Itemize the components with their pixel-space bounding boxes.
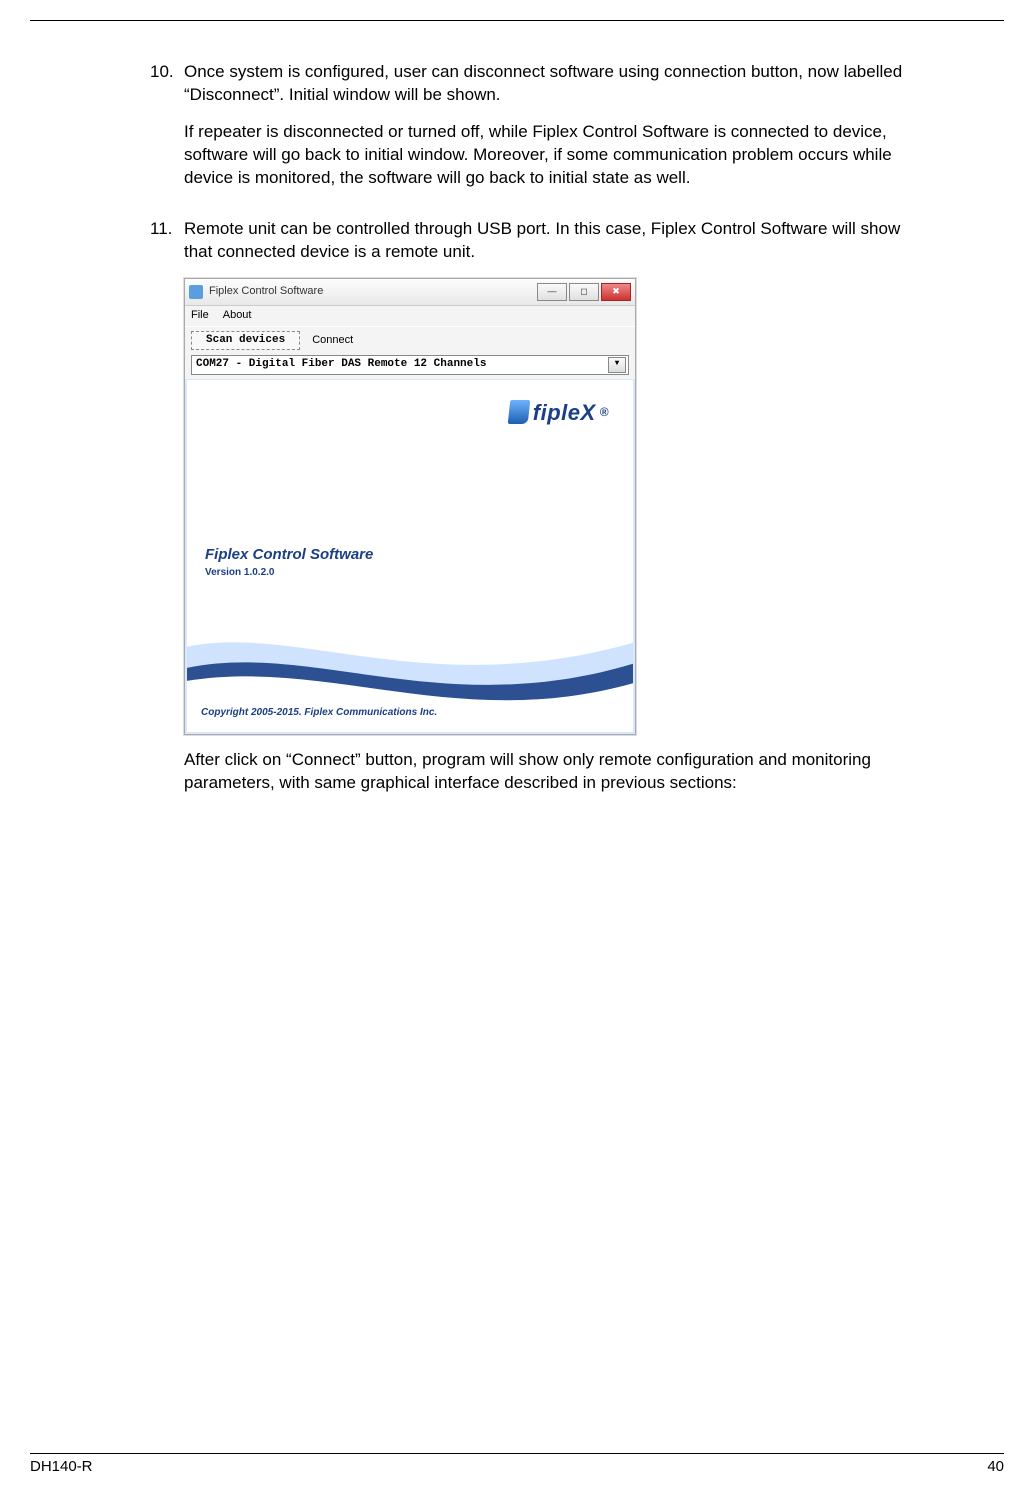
menu-about[interactable]: About (223, 308, 252, 323)
software-title: Fiplex Control Software (205, 545, 373, 565)
device-combobox-value: COM27 - Digital Fiber DAS Remote 12 Chan… (196, 357, 486, 372)
item-number: 10. (150, 61, 184, 204)
scan-devices-button[interactable]: Scan devices (191, 331, 300, 350)
page-content: 10. Once system is configured, user can … (0, 21, 1034, 808)
app-icon (189, 285, 203, 299)
item-10-p1: Once system is configured, user can disc… (184, 61, 914, 107)
minimize-button[interactable]: — (537, 283, 567, 301)
connect-button[interactable]: Connect (308, 332, 357, 349)
fiplex-logo: fipleX ® (509, 398, 609, 428)
item-10-p2: If repeater is disconnected or turned of… (184, 121, 914, 190)
close-button[interactable]: ✖ (601, 283, 631, 301)
logo-icon (507, 400, 530, 424)
window-title: Fiplex Control Software (209, 284, 537, 299)
chevron-down-icon[interactable]: ▾ (608, 357, 626, 373)
item-number: 11. (150, 218, 184, 809)
device-combobox[interactable]: COM27 - Digital Fiber DAS Remote 12 Chan… (191, 355, 629, 375)
footer-page-number: 40 (987, 1458, 1004, 1475)
menubar: File About (185, 306, 635, 327)
footer-left: DH140-R (30, 1458, 93, 1475)
copyright-line: Copyright 2005-2015. Fiplex Communicatio… (201, 706, 437, 720)
item-11-p1: Remote unit can be controlled through US… (184, 218, 914, 264)
rule-bottom (30, 1453, 1004, 1454)
menu-file[interactable]: File (191, 308, 209, 323)
page-footer: DH140-R 40 (30, 1453, 1004, 1475)
maximize-button[interactable]: ◻ (569, 283, 599, 301)
app-window: Fiplex Control Software — ◻ ✖ File About… (184, 278, 636, 735)
titlebar: Fiplex Control Software — ◻ ✖ (185, 279, 635, 306)
software-version: Version 1.0.2.0 (205, 566, 275, 580)
list-item-10: 10. Once system is configured, user can … (150, 61, 914, 204)
logo-text: fipleX (533, 398, 596, 428)
list-item-11: 11. Remote unit can be controlled throug… (150, 218, 914, 809)
item-11-after: After click on “Connect” button, program… (184, 749, 914, 795)
client-area: fipleX ® Fiplex Control Software Version… (185, 379, 635, 734)
toolbar: Scan devices Connect (185, 327, 635, 355)
registered-mark: ® (600, 404, 609, 420)
